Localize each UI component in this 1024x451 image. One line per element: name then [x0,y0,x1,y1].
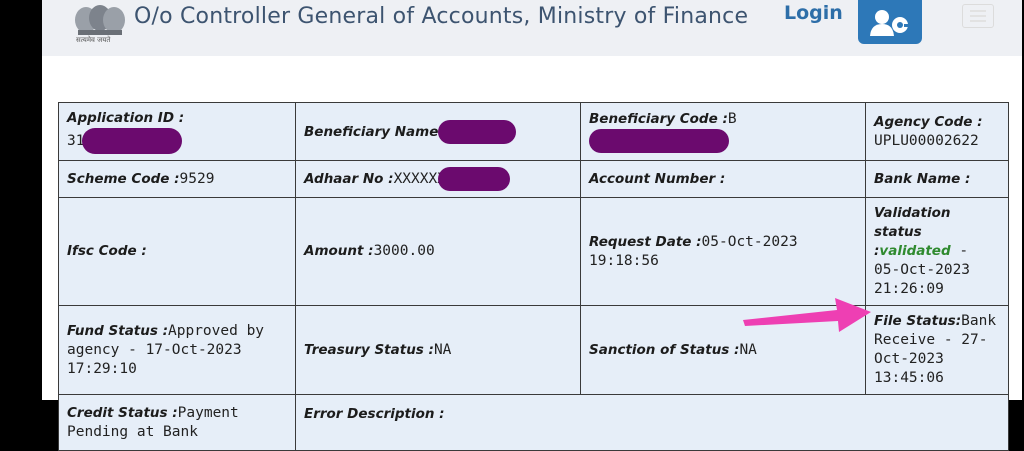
file-status-cell: File Status:Bank Receive - 27-Oct-2023 1… [865,305,1009,395]
table-row: Application ID : 31 Beneficiary Name Ben… [58,102,1009,161]
error-description-cell: Error Description : [295,394,1009,451]
account-number-cell: Account Number : [580,160,866,198]
validated-status-text: validated [879,243,951,259]
treasury-status-cell: Treasury Status :NA [295,305,581,395]
site-title: O/o Controller General of Accounts, Mini… [134,4,749,29]
pointer-arrow-icon [743,298,871,332]
agency-code-cell: Agency Code : UPLU00002622 [865,102,1009,161]
application-id-cell: Application ID : 31 [58,102,296,161]
beneficiary-code-cell: Beneficiary Code :B [580,102,866,161]
redaction-mark [589,129,729,153]
site-header: सत्यमेव जयते O/o Controller General of A… [42,0,1022,56]
table-row: Scheme Code :9529 Adhaar No :XXXXXX Acco… [58,160,1009,198]
validation-status-cell: Validation status :validated - 05-Oct-20… [865,197,1009,306]
redaction-mark [438,119,517,144]
request-date-cell: Request Date :05-Oct-2023 19:18:56 [580,197,866,306]
table-row: Ifsc Code : Amount :3000.00 Request Date… [58,197,1009,306]
redaction-mark [437,167,510,191]
application-details-table: Application ID : 31 Beneficiary Name Ben… [58,102,1009,451]
page: सत्यमेव जयते O/o Controller General of A… [42,0,1022,451]
ifsc-code-cell: Ifsc Code : [58,197,296,306]
adhaar-no-cell: Adhaar No :XXXXXX [295,160,581,198]
user-key-icon[interactable] [858,0,922,44]
beneficiary-name-cell: Beneficiary Name [295,102,581,161]
emblem-tagline: सत्यमेव जयते [76,36,111,44]
fund-status-cell: Fund Status :Approved by agency - 17-Oct… [58,305,296,395]
hamburger-menu-icon[interactable] [962,4,994,28]
login-link[interactable]: Login [784,2,843,24]
scheme-code-cell: Scheme Code :9529 [58,160,296,198]
national-emblem-icon: सत्यमेव जयते [72,4,128,44]
credit-status-cell: Credit Status :Payment Pending at Bank [58,394,296,451]
table-row: Credit Status :Payment Pending at Bank E… [58,394,1009,451]
bank-name-cell: Bank Name : [865,160,1009,198]
amount-cell: Amount :3000.00 [295,197,581,306]
redaction-mark [82,128,183,154]
